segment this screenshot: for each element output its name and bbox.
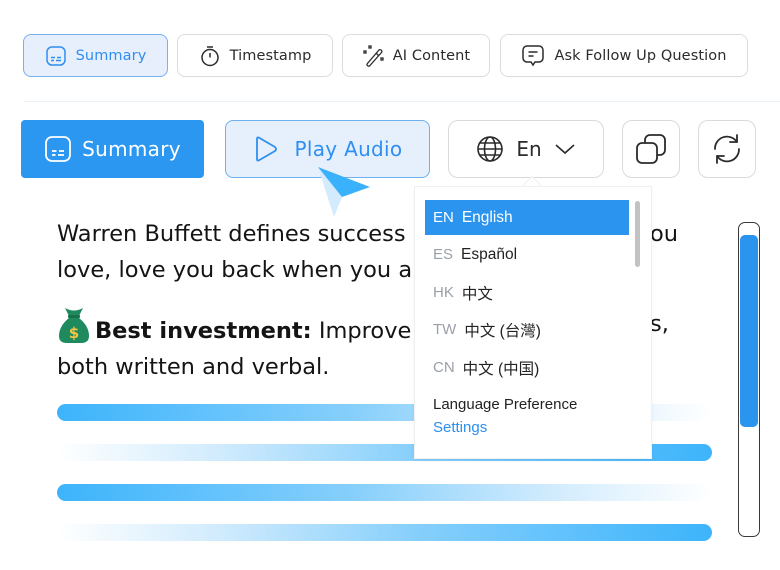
- language-option-hk[interactable]: HK 中文: [425, 275, 629, 310]
- copy-button[interactable]: [622, 120, 680, 178]
- copy-icon: [636, 134, 666, 164]
- tab-summary[interactable]: Summary: [23, 34, 168, 77]
- loading-bar-4: [57, 524, 712, 541]
- tab-timestamp-label: Timestamp: [229, 47, 312, 64]
- content-scrollbar-thumb[interactable]: [740, 235, 758, 427]
- language-option-cn[interactable]: CN 中文 (中国): [425, 350, 629, 385]
- money-bag-icon: $: [59, 308, 89, 343]
- tab-ask-follow-up-label: Ask Follow Up Question: [554, 47, 727, 64]
- chevron-down-icon: [555, 144, 575, 155]
- tab-ask-follow-up[interactable]: Ask Follow Up Question: [500, 34, 748, 77]
- language-preference-label: Language Preference: [433, 396, 578, 413]
- subtitles-icon: [45, 136, 72, 162]
- play-audio-label: Play Audio: [294, 137, 403, 161]
- refresh-button[interactable]: [698, 120, 756, 178]
- language-option-tw[interactable]: TW 中文 (台灣): [425, 312, 629, 347]
- language-option-en[interactable]: EN English: [425, 200, 629, 235]
- magic-wand-icon: [363, 44, 384, 67]
- dropdown-scrollbar[interactable]: [635, 201, 640, 267]
- cursor-pointer-icon: [318, 167, 370, 217]
- svg-text:$: $: [69, 324, 79, 342]
- stopwatch-icon: [200, 45, 219, 66]
- tab-ai-content[interactable]: AI Content: [342, 34, 490, 77]
- settings-link[interactable]: Settings: [433, 419, 487, 436]
- language-dropdown: EN English ES Español HK 中文 TW 中文 (台灣) C…: [415, 187, 651, 458]
- best-investment-label: Best investment:: [95, 318, 312, 344]
- language-select-label: En: [516, 137, 542, 161]
- content-scrollbar[interactable]: [738, 222, 760, 537]
- globe-icon: [477, 136, 504, 162]
- tab-summary-label: Summary: [75, 47, 147, 64]
- loading-bar-3: [57, 484, 712, 501]
- summary-button-label: Summary: [82, 137, 181, 161]
- summary-button[interactable]: Summary: [21, 120, 204, 178]
- language-option-es[interactable]: ES Español: [425, 237, 629, 272]
- header-divider: [24, 101, 780, 102]
- refresh-icon: [714, 134, 740, 164]
- chat-bubble-icon: [522, 44, 545, 66]
- tab-timestamp[interactable]: Timestamp: [177, 34, 333, 77]
- tab-ai-content-label: AI Content: [392, 47, 471, 64]
- language-select[interactable]: En: [448, 120, 604, 178]
- play-icon: [255, 136, 277, 162]
- subtitles-icon: [45, 45, 66, 66]
